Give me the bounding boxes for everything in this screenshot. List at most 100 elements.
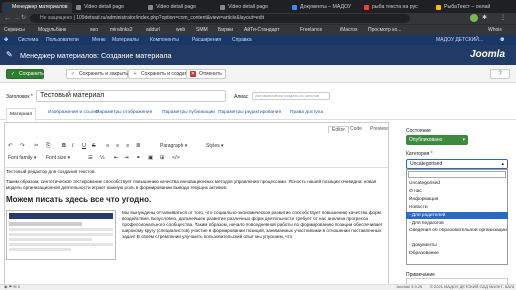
- outdent-icon[interactable]: ⇤: [114, 155, 119, 161]
- user-icon[interactable]: ⚉: [500, 36, 504, 44]
- category-option[interactable]: О нас: [406, 188, 508, 195]
- paragraph-select[interactable]: Paragraph ▾: [160, 143, 187, 149]
- category-option[interactable]: Uncategorised: [406, 180, 508, 187]
- browser-tab[interactable]: Video detail page: [74, 2, 144, 13]
- menu-item[interactable]: Система: [18, 36, 38, 44]
- table-icon[interactable]: ⊞: [160, 155, 165, 161]
- state-label: Состояние: [406, 128, 431, 134]
- tab-editor[interactable]: Editor: [328, 126, 350, 133]
- bookmark-item[interactable]: addurl: [146, 26, 160, 34]
- tab-publishing[interactable]: Параметры публикации: [162, 109, 215, 117]
- category-option[interactable]: - Для педагогов: [406, 220, 508, 227]
- menu-item[interactable]: Материалы: [112, 36, 139, 44]
- cut-icon[interactable]: ✂: [34, 143, 39, 149]
- undo-icon[interactable]: ↶: [8, 143, 13, 149]
- bookmark-item[interactable]: miralinks2: [110, 26, 133, 34]
- profile-avatar[interactable]: [470, 14, 478, 22]
- indent-icon[interactable]: ⇥: [124, 155, 129, 161]
- page-favicon-icon: [220, 5, 225, 10]
- site-name-link[interactable]: МАДОУ ДЕТСКИЙ...: [436, 36, 483, 44]
- copy-icon[interactable]: ⎘: [46, 143, 50, 150]
- category-option-highlighted[interactable]: - Для родителей: [406, 212, 508, 219]
- forward-icon[interactable]: →: [13, 14, 20, 23]
- italic-icon[interactable]: I: [72, 143, 74, 149]
- joomla-favicon-icon: [4, 5, 9, 10]
- link-icon[interactable]: ⚭: [136, 155, 141, 161]
- tab-preview[interactable]: Preview: [370, 126, 388, 132]
- browser-tab[interactable]: Video detail page: [218, 2, 288, 13]
- browser-tab[interactable]: рыба текста на рус: [362, 2, 432, 13]
- save-close-button[interactable]: ✓ Сохранить и закрыть: [66, 69, 128, 79]
- category-option[interactable]: Сведения об образовательной организации: [406, 228, 508, 241]
- save-new-button[interactable]: + Сохранить и создать: [128, 69, 190, 79]
- font-size-select[interactable]: Font size ▾: [46, 155, 70, 161]
- menu-item[interactable]: Справка: [232, 36, 252, 44]
- bookmark-item[interactable]: iMacros: [340, 26, 358, 34]
- joomla-logo-icon[interactable]: ✤: [4, 36, 8, 44]
- tab-display-options[interactable]: Параметры отображения: [96, 109, 152, 117]
- browser-tab[interactable]: Документы – МАДОУ: [290, 2, 360, 13]
- category-search-input[interactable]: [408, 171, 506, 178]
- font-family-select[interactable]: Font family ▾: [8, 155, 36, 161]
- align-justify-icon[interactable]: ≣: [136, 143, 141, 149]
- align-left-icon[interactable]: ≡: [106, 143, 109, 149]
- cancel-button[interactable]: ✕ Отменить: [186, 69, 226, 79]
- tab-permissions[interactable]: Права доступа: [290, 109, 323, 117]
- editor-content[interactable]: Тестовый редактор для создания текстов. …: [6, 169, 386, 290]
- menu-icon[interactable]: ⋮: [500, 14, 506, 23]
- edit-icon: ✎: [6, 50, 13, 59]
- bookmark-item[interactable]: Сервисы: [4, 26, 25, 34]
- bookmark-item[interactable]: web: [176, 26, 185, 34]
- category-option[interactable]: Новости: [406, 204, 508, 211]
- category-label: Категория *: [406, 151, 433, 157]
- bookmark-item[interactable]: seo: [90, 26, 98, 34]
- strikethrough-icon[interactable]: S: [92, 143, 96, 149]
- category-option[interactable]: Образование: [406, 250, 508, 257]
- bullet-list-icon[interactable]: ☰: [88, 155, 93, 161]
- bookmark-item[interactable]: Биржи: [218, 26, 233, 34]
- category-select[interactable]: Uncategorised ▴: [406, 159, 508, 169]
- content-heading: Можем писать здесь все что угодно.: [6, 195, 152, 204]
- styles-select[interactable]: Styles ▾: [206, 143, 224, 149]
- reload-icon[interactable]: ↻: [21, 14, 26, 23]
- url-bar[interactable]: Не защищено | 109detsad.ru/administrator…: [30, 14, 410, 23]
- save-button[interactable]: ✓ Сохранить: [6, 69, 44, 79]
- bookmark-item[interactable]: Freelance: [300, 26, 322, 34]
- category-option[interactable]: - Документы: [406, 242, 508, 249]
- numbered-list-icon[interactable]: ⅓: [100, 155, 105, 161]
- bookmark-item[interactable]: АйТи-Стандарт: [244, 26, 279, 34]
- browser-tab[interactable]: РыбаТекст – онлай: [434, 2, 514, 13]
- underline-icon[interactable]: U: [82, 143, 86, 149]
- bookmark-item[interactable]: Модульбанк: [38, 26, 66, 34]
- content-image: [6, 210, 116, 260]
- category-option[interactable]: Информация: [406, 196, 508, 203]
- menu-item[interactable]: Меню: [92, 36, 106, 44]
- menu-item[interactable]: Пользователи: [46, 36, 79, 44]
- bookmark-item[interactable]: Просмотр ко...: [368, 26, 401, 34]
- image-icon[interactable]: ▣: [148, 155, 153, 161]
- content-paragraph: Таким образом, синтетическое тестировани…: [6, 179, 377, 190]
- whois-bookmark[interactable]: Whois: [488, 26, 502, 34]
- tab-article[interactable]: Материал: [6, 108, 37, 121]
- menu-item[interactable]: Компоненты: [150, 36, 179, 44]
- help-button[interactable]: ?: [490, 69, 510, 79]
- state-select[interactable]: Опубликовано ▾: [406, 135, 468, 145]
- code-icon[interactable]: </>: [172, 155, 180, 161]
- title-input[interactable]: Тестовый материал: [36, 90, 226, 102]
- align-center-icon[interactable]: ≡: [116, 143, 119, 149]
- align-right-icon[interactable]: ≡: [126, 143, 129, 149]
- redo-icon[interactable]: ↷: [20, 143, 25, 149]
- browser-tab[interactable]: Video detail page: [146, 2, 216, 13]
- menu-item[interactable]: Расширения: [192, 36, 221, 44]
- tab-editing-options[interactable]: Параметры редактирования: [218, 109, 281, 117]
- bookmark-item[interactable]: SMM: [196, 26, 208, 34]
- tab-code[interactable]: Code: [350, 126, 362, 132]
- extensions-icon[interactable]: ✱: [482, 14, 487, 23]
- close-icon: ✕: [190, 71, 196, 77]
- tab-images-links[interactable]: Изображения и ссылки: [48, 109, 99, 117]
- footer-copyright: © 2021 МАДОУ ДЕТСКИЙ САД №109 Г. КАЛИНИН…: [430, 284, 514, 289]
- browser-tab[interactable]: Менеджер материалов: [2, 2, 72, 13]
- alias-input[interactable]: Автоматически создать из заголов: [252, 92, 330, 100]
- bold-icon[interactable]: B: [62, 143, 66, 149]
- back-icon[interactable]: ←: [4, 14, 11, 23]
